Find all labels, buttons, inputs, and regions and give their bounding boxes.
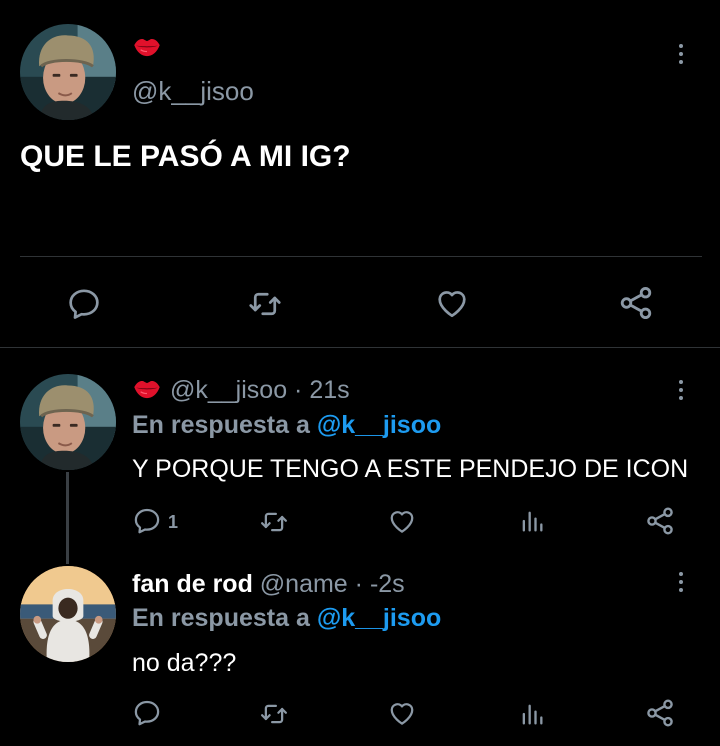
reply-icon[interactable]	[66, 286, 102, 322]
timestamp[interactable]: -2s	[370, 570, 405, 598]
reply-text: Y PORQUE TENGO A ESTE PENDEJO DE ICON	[132, 455, 689, 483]
author-handle[interactable]: @k__jisoo	[132, 76, 254, 107]
thread-line	[66, 472, 69, 564]
in-reply-prefix: En respuesta a	[132, 411, 317, 439]
retweet-icon[interactable]	[246, 286, 284, 322]
tweet-text: QUE LE PASÓ A MI IG?	[20, 140, 351, 173]
more-vertical-icon[interactable]	[676, 380, 686, 400]
reply-meta: fan de rod @name · -2s	[132, 570, 405, 599]
reply-text: no da???	[132, 649, 237, 677]
author-handle[interactable]: @name	[260, 570, 348, 598]
more-vertical-icon[interactable]	[676, 572, 686, 592]
reply-meta: @k__jisoo · 21s	[170, 376, 350, 405]
in-reply-to: En respuesta a @k__jisoo	[132, 604, 441, 633]
in-reply-to: En respuesta a @k__jisoo	[132, 411, 441, 440]
reply-icon[interactable]	[132, 698, 162, 728]
like-icon[interactable]	[387, 698, 417, 728]
kiss-mark-lips-icon	[133, 37, 161, 57]
like-icon[interactable]	[387, 506, 417, 536]
separator: ·	[347, 570, 370, 598]
mention-link[interactable]: @k__jisoo	[317, 411, 441, 439]
reply-count: 1	[168, 512, 179, 532]
avatar[interactable]	[20, 374, 116, 470]
timestamp[interactable]: 21s	[309, 376, 349, 404]
like-icon[interactable]	[434, 285, 470, 321]
in-reply-prefix: En respuesta a	[132, 604, 317, 632]
kiss-mark-lips-icon	[133, 379, 161, 399]
divider	[20, 256, 702, 257]
separator: ·	[287, 376, 310, 404]
more-vertical-icon[interactable]	[676, 44, 686, 64]
analytics-icon[interactable]	[518, 507, 546, 535]
retweet-icon[interactable]	[258, 699, 290, 729]
retweet-icon[interactable]	[258, 507, 290, 537]
author-handle[interactable]: @k__jisoo	[170, 376, 287, 404]
share-icon[interactable]	[644, 505, 676, 537]
analytics-icon[interactable]	[518, 700, 546, 728]
share-icon[interactable]	[617, 284, 655, 322]
share-icon[interactable]	[644, 697, 676, 729]
mention-link[interactable]: @k__jisoo	[317, 604, 441, 632]
avatar[interactable]	[20, 24, 116, 120]
author-name[interactable]: fan de rod	[132, 570, 253, 598]
divider	[0, 347, 720, 348]
reply-icon[interactable]	[132, 506, 162, 536]
avatar[interactable]	[20, 566, 116, 662]
